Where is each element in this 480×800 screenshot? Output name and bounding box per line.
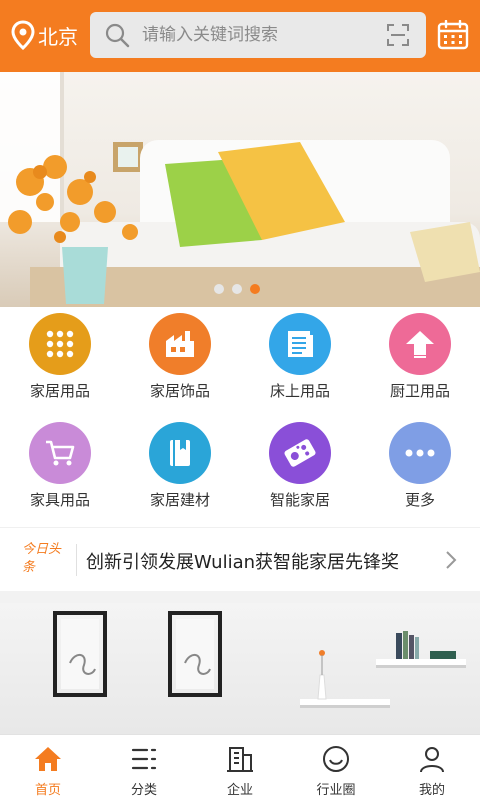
banner-image-2 xyxy=(53,611,466,708)
headline-text[interactable]: 创新引领发展Wulian获智能家居先锋奖 xyxy=(86,548,399,574)
pager-dot-active[interactable] xyxy=(250,284,260,294)
location-label: 北京 xyxy=(38,24,78,49)
nav-label: 企业 xyxy=(226,783,253,798)
category-label: 床上用品 xyxy=(269,382,330,400)
category-label: 家具用品 xyxy=(29,491,90,509)
chevron-right-icon[interactable] xyxy=(444,550,458,570)
category-label: 家居饰品 xyxy=(149,382,210,400)
category-label: 家居建材 xyxy=(149,491,210,509)
nav-industry-circle[interactable]: 行业圈 xyxy=(288,735,384,800)
section-separator xyxy=(0,591,480,603)
nav-profile[interactable]: 我的 xyxy=(384,735,480,800)
category-household-goods[interactable]: 家居用品 xyxy=(0,307,120,416)
scan-icon[interactable] xyxy=(386,23,410,47)
factory-icon xyxy=(149,313,211,375)
news-headline[interactable]: 今日头条 创新引领发展Wulian获智能家居先锋奖 xyxy=(0,527,480,591)
banner-image xyxy=(0,72,480,307)
more-dots-icon xyxy=(389,422,451,484)
search-input[interactable] xyxy=(142,20,372,50)
nav-label: 我的 xyxy=(418,783,445,798)
nav-home[interactable]: 首页 xyxy=(0,735,96,800)
building-icon xyxy=(227,747,253,772)
category-bedding[interactable]: 床上用品 xyxy=(240,307,360,416)
location-pin-icon xyxy=(11,20,35,50)
banner-pager xyxy=(214,284,260,294)
location-selector[interactable]: 北京 xyxy=(10,20,78,50)
category-grid: 家居用品 家居饰品 床上用品 厨卫用品 家具用品 家居建材 智能家居 更多 xyxy=(0,307,480,525)
grid-dots-icon xyxy=(29,313,91,375)
category-more[interactable]: 更多 xyxy=(360,416,480,525)
secondary-banner[interactable] xyxy=(0,603,480,734)
headline-divider xyxy=(76,544,77,576)
nav-label: 分类 xyxy=(130,783,157,798)
nav-enterprise[interactable]: 企业 xyxy=(192,735,288,800)
search-icon xyxy=(105,23,130,48)
category-label: 厨卫用品 xyxy=(389,382,450,400)
headline-tag: 今日头条 xyxy=(22,542,62,575)
pager-dot[interactable] xyxy=(232,284,242,294)
document-icon xyxy=(269,313,331,375)
user-icon xyxy=(420,747,444,773)
category-label: 家居用品 xyxy=(29,382,90,400)
top-bar: 北京 xyxy=(0,0,480,72)
calendar-icon[interactable] xyxy=(437,20,469,50)
pager-dot[interactable] xyxy=(214,284,224,294)
book-icon xyxy=(149,422,211,484)
bottom-nav: 首页 分类 企业 行业圈 我的 xyxy=(0,734,480,800)
category-building-materials[interactable]: 家居建材 xyxy=(120,416,240,525)
smile-circle-icon xyxy=(323,746,349,772)
category-label: 智能家居 xyxy=(269,491,330,509)
promo-banner[interactable] xyxy=(0,72,480,307)
category-smart-home[interactable]: 智能家居 xyxy=(240,416,360,525)
category-label: 更多 xyxy=(404,491,435,509)
shopping-cart-icon xyxy=(29,422,91,484)
category-home-decor[interactable]: 家居饰品 xyxy=(120,307,240,416)
circuit-board-icon xyxy=(269,422,331,484)
nav-label: 首页 xyxy=(34,783,61,798)
house-arrow-icon xyxy=(389,313,451,375)
category-furniture[interactable]: 家具用品 xyxy=(0,416,120,525)
search-bar[interactable] xyxy=(90,12,426,58)
home-icon xyxy=(35,747,61,771)
category-list-icon xyxy=(131,748,157,770)
category-kitchen-bath[interactable]: 厨卫用品 xyxy=(360,307,480,416)
nav-label: 行业圈 xyxy=(316,783,356,798)
nav-category[interactable]: 分类 xyxy=(96,735,192,800)
